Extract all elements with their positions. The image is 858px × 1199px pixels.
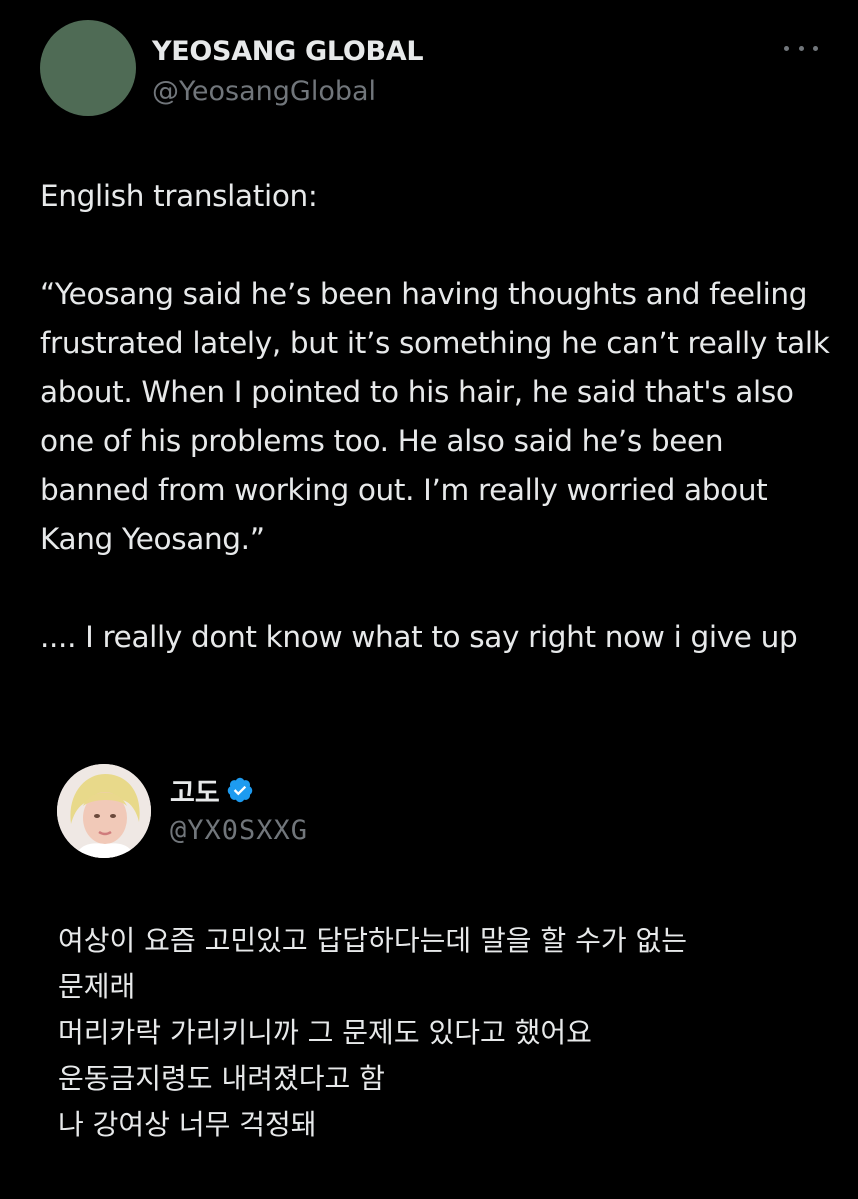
- tweet-text: English translation: “Yeosang said he’s …: [40, 179, 830, 654]
- author-handle[interactable]: @YeosangGlobal: [152, 76, 376, 107]
- more-options-button[interactable]: [784, 38, 818, 58]
- quoted-avatar-photo: [57, 764, 151, 858]
- author-name[interactable]: YEOSANG GLOBAL: [152, 36, 424, 67]
- quoted-author-row[interactable]: 고도: [170, 771, 254, 810]
- more-horizontal-icon-dot: [813, 45, 818, 51]
- verified-badge-icon: [227, 777, 252, 803]
- more-horizontal-icon: [784, 45, 789, 51]
- more-horizontal-icon-dot: [798, 45, 804, 51]
- quoted-author-handle[interactable]: @YX0SXXG: [170, 815, 308, 846]
- author-avatar[interactable]: [40, 20, 136, 116]
- quoted-tweet-text: 여상이 요즘 고민있고 답답하다는데 말을 할 수가 없는 문제래 머리카락 가…: [58, 924, 688, 1141]
- quoted-author-name[interactable]: 고도: [170, 771, 220, 810]
- quoted-author-avatar[interactable]: [57, 764, 151, 858]
